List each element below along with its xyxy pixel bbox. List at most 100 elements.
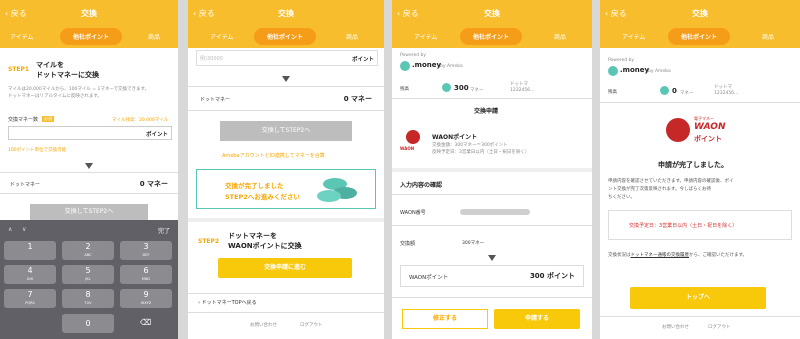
key-letters: DEF	[142, 253, 150, 257]
tab-bar: アイテム 他社ポイント 商品	[392, 26, 592, 48]
exchange-to-step2-button[interactable]: 交換してSTEP2へ	[220, 121, 352, 141]
divider	[188, 86, 384, 87]
balance-limit: マイル残高：20,000マイル	[112, 118, 169, 123]
top-button[interactable]: トップへ	[630, 287, 766, 309]
unit-note: 100ポイント単位で交換可能	[8, 148, 67, 153]
divider	[392, 194, 592, 195]
dotmoney-value: 0 マネー	[343, 95, 372, 103]
tab-item[interactable]: アイテム	[210, 32, 233, 41]
header-bar: ‹ 戻る 交換	[188, 0, 384, 26]
tab-points[interactable]: 他社ポイント	[60, 28, 123, 45]
schedule-box: 交換予定日：3営業日以内（土日・祝日を除く）	[608, 210, 792, 240]
powered-by-label: Powered by	[608, 58, 635, 63]
divider	[392, 98, 592, 99]
key-4[interactable]: 4 GHI	[4, 265, 56, 284]
apply-button[interactable]: 申請する	[494, 309, 580, 329]
tab-bar: アイテム 他社ポイント 商品	[600, 26, 800, 48]
down-arrow-icon	[282, 76, 290, 82]
logout-link[interactable]: ログアウト	[300, 322, 323, 328]
tab-item[interactable]: アイテム	[414, 32, 437, 41]
account-id: 1232456...	[510, 88, 535, 93]
key-7[interactable]: 7 PQRS	[4, 289, 56, 308]
key-9[interactable]: 9 WXYZ	[120, 289, 172, 308]
section-separator	[188, 218, 384, 222]
key-digit: 9	[143, 290, 149, 299]
key-digit: 2	[85, 242, 91, 251]
waon-logo: 電子マネー WAON ポイント	[666, 114, 738, 150]
tab-item[interactable]: アイテム	[622, 32, 645, 41]
balance-value: 0	[672, 87, 677, 95]
key-6[interactable]: 6 MNO	[120, 265, 172, 284]
dotmoney-logo-icon	[400, 61, 410, 71]
chevron-up-icon[interactable]: ∧	[8, 226, 12, 233]
keyboard-done-button[interactable]: 完了	[158, 226, 170, 235]
key-5[interactable]: 5 JKL	[62, 265, 114, 284]
step-label: STEP1	[8, 66, 30, 73]
tab-points[interactable]: 他社ポイント	[668, 28, 731, 45]
complete-message: 申請が完了しました。	[658, 161, 728, 169]
confirm-title: 入力内容の確認	[400, 182, 443, 189]
waon-dog-icon	[666, 118, 690, 142]
key-1[interactable]: 1	[4, 241, 56, 260]
complete-desc-1: 申請内容を確認させていただきます。申請内容の確認後、ポイ	[608, 179, 734, 184]
divider	[392, 225, 592, 226]
logout-link[interactable]: ログアウト	[708, 324, 731, 330]
tab-goods[interactable]: 商品	[762, 32, 774, 41]
tab-points[interactable]: 他社ポイント	[254, 28, 317, 45]
dotmoney-logo-icon	[608, 66, 618, 76]
fix-button[interactable]: 修正する	[402, 309, 488, 329]
chevron-down-icon[interactable]: ∨	[22, 226, 26, 233]
key-letters: JKL	[85, 277, 91, 281]
point-unit: ポイント	[351, 57, 374, 63]
balance-label: 残高	[400, 87, 409, 92]
tab-points[interactable]: 他社ポイント	[460, 28, 523, 45]
step-label: STEP2	[198, 238, 220, 245]
section-title: 交換申請	[474, 108, 499, 115]
dotmoney-label: ドットマネー	[200, 97, 231, 103]
tab-goods[interactable]: 商品	[148, 32, 160, 41]
numeric-keyboard: ∧ ∨ 完了 1 2 ABC 3 DEF 4 GHI 5 JKL 6 MNO 7 PQRS …	[0, 220, 178, 339]
complete-banner: 交換が完了しました STEP2へお進みください	[196, 169, 376, 209]
divider	[600, 316, 800, 317]
tab-bar: アイテム 他社ポイント 商品	[188, 26, 384, 48]
key-3[interactable]: 3 DEF	[120, 241, 172, 260]
contact-link[interactable]: お問い合わせ	[250, 322, 277, 328]
status-suffix: から、ご確認いただけます。	[689, 253, 748, 258]
key-letters: WXYZ	[140, 301, 152, 305]
exchange-amount-input[interactable]: ポイント	[8, 126, 172, 140]
backspace-icon[interactable]: ⌫	[140, 318, 151, 327]
back-to-top-link[interactable]: ‹ ドットマネーTOPへ戻る	[198, 299, 257, 306]
down-arrow-icon	[488, 255, 496, 261]
balance-unit: マネー	[470, 88, 484, 93]
divider	[188, 312, 384, 313]
waon-rate: 交換金額：300マネー＝300ポイント	[432, 143, 508, 148]
key-0[interactable]: 0	[62, 314, 114, 333]
waon-result-box: WAONポイント 300 ポイント	[400, 265, 584, 287]
exchange-to-step2-button[interactable]: 交換してSTEP2へ	[30, 204, 148, 220]
waon-logo-text2: WAON	[694, 122, 726, 132]
ameba-link[interactable]: AmebaアカウントとID連携してマネーを合算	[222, 152, 325, 159]
waon-number-label: WAON番号	[400, 210, 426, 216]
tab-goods[interactable]: 商品	[346, 32, 358, 41]
waon-schedule: 反映予定日：3営業日以内（土日・祝日を除く）	[432, 150, 530, 155]
tab-item[interactable]: アイテム	[10, 32, 33, 41]
points-input-placeholder: 例)30000	[200, 56, 223, 62]
step-title-line1: ドットマネーを	[228, 232, 277, 240]
waon-logo-text3: ポイント	[694, 135, 722, 143]
amount-value: 300マネー	[462, 241, 485, 246]
points-input[interactable]: 例)30000 ポイント	[196, 50, 378, 66]
key-digit: 8	[85, 290, 91, 299]
waon-logo-icon: WAON	[400, 130, 426, 156]
account-label: ドットマ	[510, 82, 528, 87]
key-2[interactable]: 2 ABC	[62, 241, 114, 260]
contact-link[interactable]: お問い合わせ	[662, 324, 689, 330]
divider	[188, 110, 384, 111]
history-link[interactable]: ドットマネー通帳の交換履歴	[631, 253, 690, 258]
key-8[interactable]: 8 TUV	[62, 289, 114, 308]
divider	[600, 102, 800, 103]
result-value: 300 ポイント	[529, 272, 575, 280]
balance-label: 残高	[608, 90, 617, 95]
key-letters: MNO	[141, 277, 151, 281]
apply-exchange-button[interactable]: 交換申請に進む	[218, 258, 352, 278]
tab-goods[interactable]: 商品	[554, 32, 566, 41]
